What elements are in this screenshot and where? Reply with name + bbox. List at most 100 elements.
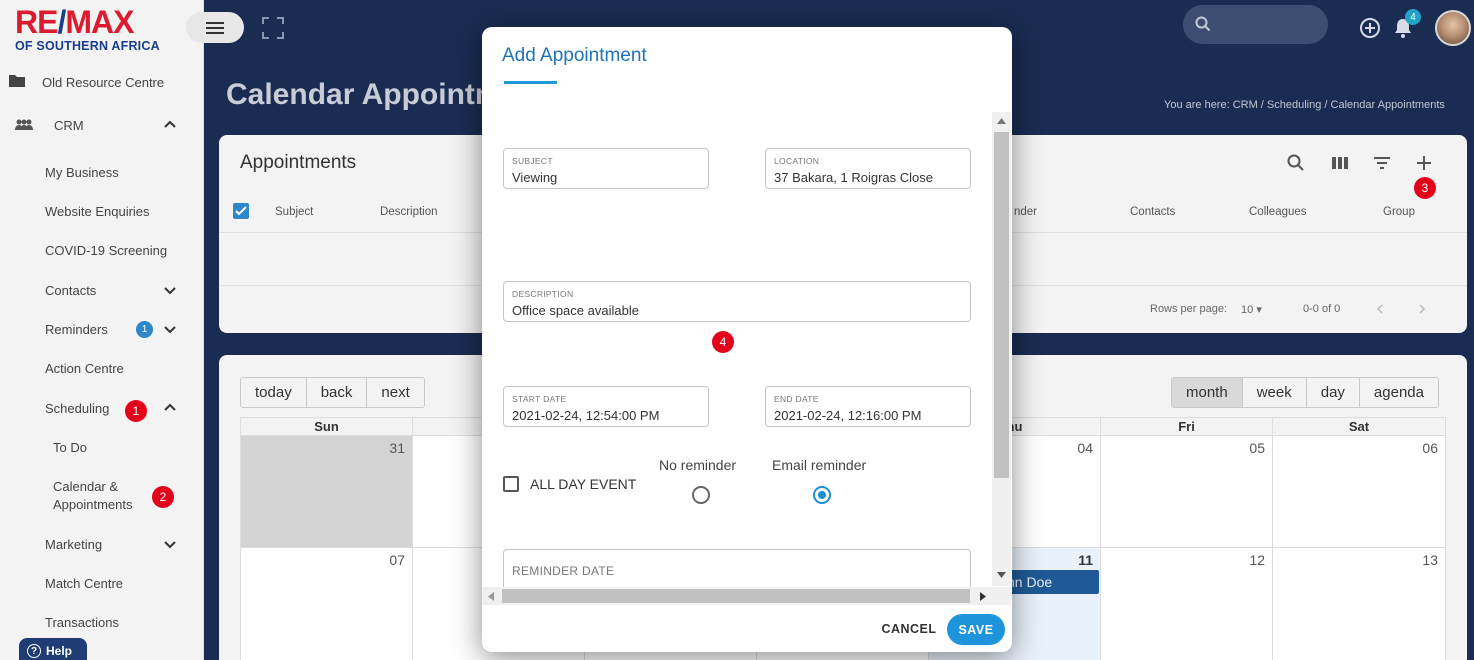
title-underline (504, 81, 557, 84)
sidebar-item-contacts[interactable]: Contacts (0, 275, 204, 305)
week-view-button[interactable]: week (1242, 378, 1307, 407)
rows-per-page-select[interactable]: 10 ▾ (1241, 303, 1262, 316)
sidebar-item-covid-screening[interactable]: COVID-19 Screening (0, 235, 204, 265)
scrollbar-corner (992, 587, 1011, 605)
end-date-label: END DATE (774, 394, 819, 404)
sidebar-item-my-business[interactable]: My Business (0, 157, 204, 187)
email-reminder-radio[interactable] (813, 486, 831, 504)
sidebar-item-crm[interactable]: CRM (0, 110, 204, 140)
sidebar-item-label: My Business (45, 164, 119, 180)
chevron-down-icon (164, 326, 176, 334)
all-day-event-checkbox[interactable] (503, 476, 519, 492)
back-button[interactable]: back (306, 378, 368, 407)
reminder-date-placeholder: REMINDER DATE (512, 564, 615, 578)
add-appointment-dialog: Add Appointment SUBJECT Viewing LOCATION… (482, 27, 1012, 652)
day-number: 07 (389, 552, 405, 568)
end-date-field[interactable]: END DATE 2021-02-24, 12:16:00 PM (765, 386, 971, 427)
agenda-view-button[interactable]: agenda (1359, 378, 1438, 407)
sidebar-item-label: Action Centre (45, 360, 124, 376)
sidebar-item-label: Contacts (45, 282, 97, 298)
dialog-vertical-scrollbar[interactable] (992, 112, 1011, 586)
notification-count-badge: 4 (1405, 9, 1421, 25)
vertical-scroll-thumb[interactable] (994, 132, 1009, 478)
dropdown-arrow-icon: ▾ (1256, 304, 1262, 316)
sidebar-item-marketing[interactable]: Marketing (0, 529, 204, 559)
global-search-input[interactable] (1183, 5, 1328, 44)
calendar-day-cell[interactable]: 13 (1272, 547, 1446, 660)
subject-field[interactable]: SUBJECT Viewing (503, 148, 709, 189)
annotation-marker-1: 1 (125, 400, 147, 422)
help-label: Help (46, 644, 73, 658)
sidebar-item-website-enquiries[interactable]: Website Enquiries (0, 196, 204, 226)
remax-logo[interactable]: RE/MAX OF SOUTHERN AFRICA (15, 6, 175, 53)
description-value: Office space available (512, 303, 639, 318)
scroll-down-arrow-icon[interactable] (997, 572, 1006, 578)
sidebar: RE/MAX OF SOUTHERN AFRICA Old Resource C… (0, 0, 204, 660)
start-date-value: 2021-02-24, 12:54:00 PM (512, 408, 660, 423)
hamburger-icon (206, 21, 224, 34)
horizontal-scroll-thumb[interactable] (502, 589, 970, 603)
column-header-colleagues[interactable]: Colleagues (1249, 206, 1307, 218)
calendar-event[interactable]: hn Doe (1001, 570, 1099, 594)
day-header-fri: Fri (1100, 417, 1273, 436)
day-header-sat: Sat (1272, 417, 1446, 436)
add-circle-icon[interactable] (1359, 17, 1381, 39)
location-label: LOCATION (774, 156, 820, 166)
cancel-button[interactable]: CANCEL (875, 614, 943, 644)
save-button[interactable]: SAVE (947, 614, 1005, 645)
calendar-day-cell[interactable]: 06 (1272, 435, 1446, 548)
sidebar-item-label: COVID-19 Screening (45, 242, 168, 258)
no-reminder-radio[interactable] (692, 486, 710, 504)
annotation-marker-2: 2 (152, 486, 174, 508)
menu-toggle-button[interactable] (186, 12, 244, 43)
next-button[interactable]: next (367, 378, 424, 407)
avatar[interactable] (1435, 10, 1471, 46)
scroll-right-arrow-icon[interactable] (980, 592, 986, 601)
start-date-field[interactable]: START DATE 2021-02-24, 12:54:00 PM (503, 386, 709, 427)
column-header-subject[interactable]: Subject (275, 206, 313, 218)
next-page-icon[interactable] (1416, 303, 1428, 315)
no-reminder-label: No reminder (659, 457, 737, 473)
filter-icon[interactable] (1372, 153, 1392, 173)
chevron-down-icon (164, 287, 176, 295)
description-field[interactable]: DESCRIPTION Office space available (503, 281, 971, 322)
sidebar-item-action-centre[interactable]: Action Centre (0, 353, 204, 383)
today-button[interactable]: today (241, 378, 307, 407)
dialog-title: Add Appointment (502, 45, 647, 66)
sidebar-item-old-resource-centre[interactable]: Old Resource Centre (0, 67, 204, 97)
search-icon[interactable] (1286, 153, 1306, 173)
sidebar-item-label: Reminders (45, 321, 108, 337)
month-view-button[interactable]: month (1172, 378, 1243, 407)
dialog-horizontal-scrollbar[interactable] (482, 587, 992, 605)
calendar-day-cell[interactable]: 31 (240, 435, 413, 548)
chevron-up-icon (164, 120, 176, 128)
sidebar-item-scheduling[interactable]: Scheduling (0, 393, 204, 423)
column-header-description[interactable]: Description (380, 206, 438, 218)
calendar-day-cell[interactable]: 12 (1100, 547, 1273, 660)
help-button[interactable]: ? Help (19, 638, 87, 660)
scroll-left-arrow-icon[interactable] (488, 592, 494, 601)
prev-page-icon[interactable] (1374, 303, 1386, 315)
location-field[interactable]: LOCATION 37 Bakara, 1 Roigras Close (765, 148, 971, 189)
calendar-day-cell[interactable]: 07 (240, 547, 413, 660)
column-header-reminder[interactable]: nder (1014, 206, 1037, 218)
columns-icon[interactable] (1330, 153, 1350, 173)
annotation-marker-3: 3 (1414, 177, 1436, 199)
sidebar-item-match-centre[interactable]: Match Centre (0, 568, 204, 598)
subject-label: SUBJECT (512, 156, 553, 166)
scroll-up-arrow-icon[interactable] (997, 118, 1006, 124)
add-icon[interactable] (1414, 153, 1434, 173)
sidebar-item-transactions[interactable]: Transactions (0, 607, 204, 637)
chevron-up-icon (164, 403, 176, 411)
sidebar-item-to-do[interactable]: To Do (0, 432, 204, 462)
calendar-day-cell[interactable]: 05 (1100, 435, 1273, 548)
annotation-marker-4: 4 (712, 331, 734, 353)
sidebar-item-label: Old Resource Centre (42, 74, 165, 90)
column-header-group[interactable]: Group (1383, 206, 1415, 218)
day-view-button[interactable]: day (1306, 378, 1360, 407)
sidebar-item-reminders[interactable]: Reminders 1 (0, 314, 204, 344)
column-header-contacts[interactable]: Contacts (1130, 206, 1175, 218)
rows-per-page-value: 10 (1241, 304, 1254, 316)
fullscreen-icon[interactable] (262, 17, 284, 39)
select-all-checkbox[interactable] (233, 203, 249, 219)
